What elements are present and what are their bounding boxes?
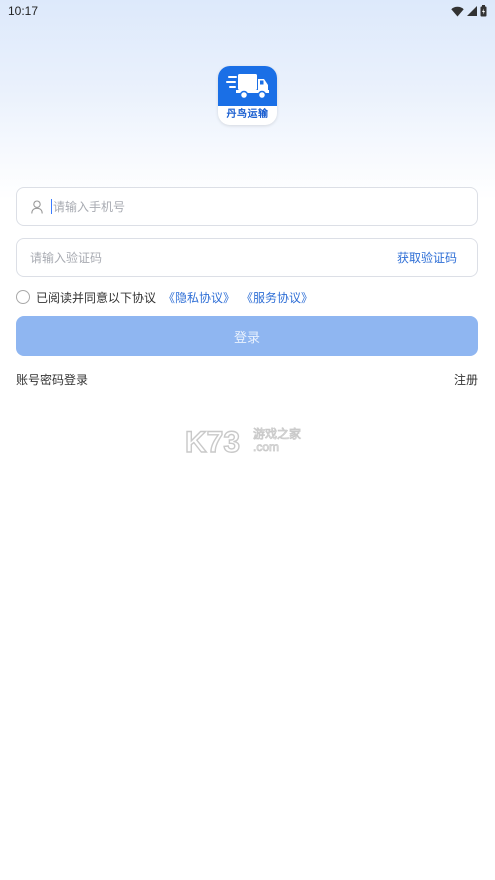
battery-icon bbox=[480, 5, 487, 17]
phone-input[interactable]: 请输入手机号 bbox=[16, 187, 478, 226]
wifi-icon bbox=[451, 6, 464, 16]
truck-icon bbox=[218, 66, 277, 106]
watermark-brand: K73 bbox=[185, 426, 240, 457]
status-bar: 10:17 bbox=[0, 0, 495, 22]
register-link[interactable]: 注册 bbox=[454, 371, 478, 388]
status-icons bbox=[451, 5, 487, 17]
agreement-text: 已阅读并同意以下协议 bbox=[36, 290, 157, 305]
agreement-checkbox[interactable] bbox=[16, 290, 30, 304]
status-time: 10:17 bbox=[8, 4, 39, 18]
verification-code-input[interactable]: 请输入验证码 获取验证码 bbox=[16, 238, 478, 277]
service-agreement-link[interactable]: 《服务协议》 bbox=[241, 289, 313, 306]
get-code-button[interactable]: 获取验证码 bbox=[397, 249, 457, 266]
watermark-logo: K73 游戏之家 .com bbox=[184, 423, 315, 459]
code-placeholder: 请输入验证码 bbox=[30, 251, 103, 265]
app-logo: 丹鸟运输 bbox=[218, 66, 277, 125]
user-icon bbox=[29, 199, 45, 215]
password-login-link[interactable]: 账号密码登录 bbox=[16, 371, 88, 388]
agreement-row: 已阅读并同意以下协议 《隐私协议》 《服务协议》 bbox=[16, 289, 313, 305]
logo-text: 丹鸟运输 bbox=[226, 109, 269, 120]
privacy-policy-link[interactable]: 《隐私协议》 bbox=[163, 289, 235, 306]
signal-icon bbox=[467, 6, 477, 16]
watermark-domain: .com bbox=[253, 440, 279, 454]
phone-placeholder: 请输入手机号 bbox=[53, 200, 126, 214]
text-caret bbox=[51, 199, 52, 214]
login-button[interactable]: 登录 bbox=[16, 316, 478, 356]
watermark-cn-text: 游戏之家 bbox=[253, 426, 301, 441]
